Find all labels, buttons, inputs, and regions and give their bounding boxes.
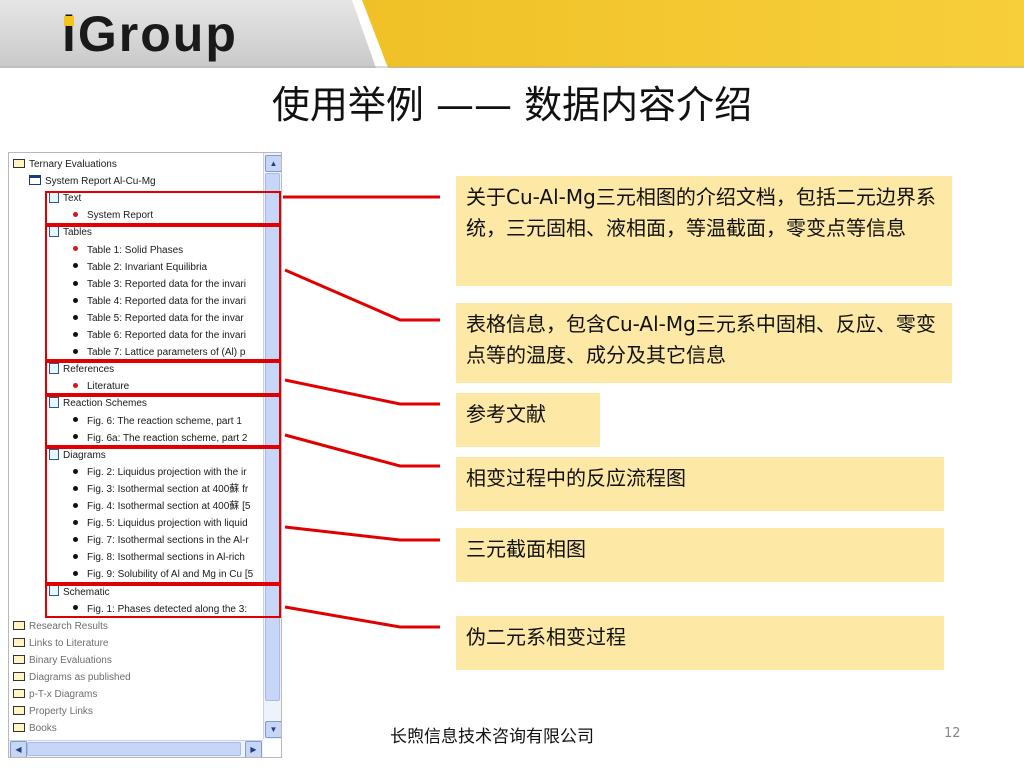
folder-icon [13,723,25,733]
horizontal-scrollbar[interactable]: ◀ ▶ [9,740,263,757]
footer-company: 长煦信息技术咨询有限公司 [390,727,594,747]
tree-item[interactable]: Diagrams as published [13,669,259,686]
connector-diagrams [284,525,440,542]
tree-item[interactable]: System Report Al-Cu-Mg [29,173,259,190]
scroll-down-arrow-icon[interactable]: ▼ [265,721,281,738]
highlight-text-group [45,191,281,225]
folder-icon [13,620,25,630]
tree-item-label: Links to Literature [29,637,109,649]
folder-icon [13,671,25,681]
tree-item-label: p-T-x Diagrams [29,689,98,701]
horizontal-scroll-thumb[interactable] [27,742,241,756]
tree-item[interactable]: Links to Literature [13,635,259,652]
folder-icon [13,158,25,168]
tree-item-label: Diagrams as published [29,672,131,683]
header-band: iGroup [0,0,1024,68]
tree-item-label: Binary Evaluations [29,654,112,666]
note-diagrams: 三元截面相图 [456,528,944,582]
tree-item[interactable]: Research Results [13,618,259,635]
highlight-diagrams-group [45,447,281,584]
tree-item-label: System Report Al-Cu-Mg [45,176,156,188]
tree-item-label: Property Links [29,706,93,718]
tree-item-label: Ternary Evaluations [29,159,117,170]
logo-dot-icon [64,16,74,26]
note-references: 参考文献 [456,393,600,447]
note-reaction-schemes: 相变过程中的反应流程图 [456,457,944,511]
highlight-schematic-group [45,584,281,618]
tree-item[interactable]: Binary Evaluations [13,652,259,669]
connector-reaction-schemes [284,433,440,468]
tree-item[interactable]: Books [13,720,259,737]
folder-icon [13,654,25,664]
highlight-tables-group [45,225,281,361]
highlight-reaction-schemes-group [45,395,281,447]
scroll-left-arrow-icon[interactable]: ◀ [10,741,27,757]
book-icon [29,175,41,186]
igroup-logo: iGroup [62,6,238,62]
scroll-up-arrow-icon[interactable]: ▲ [265,155,281,172]
scroll-right-arrow-icon[interactable]: ▶ [245,741,262,757]
tree-item-label: Research Results [29,620,108,632]
tree-item[interactable]: p-T-x Diagrams [13,686,259,703]
folder-icon [13,688,25,698]
highlight-references-group [45,361,281,395]
tree-item[interactable]: Property Links [13,703,259,720]
connector-tables [284,268,440,322]
connector-references [284,378,440,406]
page-number: 12 [944,726,961,741]
note-text: 关于Cu-Al-Mg三元相图的介绍文档，包括二元边界系统，三元固相、液相面，等温… [456,176,952,286]
slide-title: 使用举例 —— 数据内容介绍 [271,83,753,127]
note-tables: 表格信息，包含Cu-Al-Mg三元系中固相、反应、零变点等的温度、成分及其它信息 [456,303,952,383]
tree-item[interactable]: Ternary Evaluations [13,156,259,173]
folder-icon [13,706,25,716]
folder-icon [13,637,25,647]
tree-item-label: Books [29,723,57,735]
note-schematic: 伪二元系相变过程 [456,616,944,670]
connector-schematic [284,605,440,629]
